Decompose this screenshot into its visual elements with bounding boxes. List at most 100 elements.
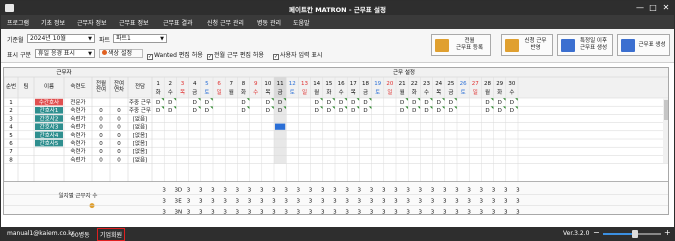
prev-month-edit-checkbox[interactable]: ✓ 전월 근무 편집 허용 [207,50,264,60]
schedule-cell: D [400,100,404,106]
schedule-cell: D [449,100,453,106]
worker-name: 간호사1 [40,106,59,114]
schedule-group-header: 근무 설정 [393,68,415,76]
summary-count: 3 [431,210,435,215]
summary-count: 3 [187,199,191,205]
menu-basic-info[interactable]: 기초 정보 [41,18,65,27]
cell-flag-marker [454,98,457,101]
summary-count: 3 [236,210,240,215]
generate-after-date-button[interactable]: 특정일 이후 근무표 생성 [557,34,613,56]
color-settings-label: 색상 설정 [108,50,132,57]
day-weekday: 일 [387,88,392,96]
vertical-scrollbar-thumb[interactable] [664,100,669,120]
summary-count: 3 [199,188,203,194]
user-input-label: 사용자 입력 표시 [280,52,323,59]
day-weekday: 수 [339,89,344,96]
part-select[interactable]: 파트1 ▼ [113,34,167,43]
prev-remaining: 0 [99,149,103,155]
minimize-button[interactable]: — [634,3,646,13]
summary-count: 3 [345,210,349,215]
duty-assignment: 주중 근무 [129,107,151,114]
apply-request-button[interactable]: 신청 근무 반영 [501,34,553,56]
summary-count: 3 [260,210,264,215]
schedule-grid[interactable]: 근무자 근무 설정 순번 팀 이름 숙련도 전월 잔여 잔여 연차 전담 1 화 2 수 3 목 4 금 5 토 6 일 7 월… [3,67,669,215]
cell-flag-marker [515,106,518,110]
row-number: 6 [9,141,13,147]
schedule-cell-selected-col [274,130,287,139]
summary-count: 3 [297,188,301,194]
maximize-button[interactable]: □ [647,3,659,13]
menu-schedule-info[interactable]: 근무표 정보 [119,18,149,27]
schedule-cell: D [266,108,270,114]
summary-count: 3 [394,210,398,215]
day-number: 26 [460,81,467,87]
base-month-select[interactable]: 2024년 10월 ▼ [27,34,95,43]
menu-help[interactable]: 도움말 [293,18,310,27]
summary-count: 3 [492,188,496,194]
summary-count: 3 [382,188,386,194]
selected-schedule-cell[interactable] [275,123,286,130]
summary-count: 3 [419,210,423,215]
summary-count: 3 [199,199,203,205]
summary-count: 3 [358,210,362,215]
palette-icon [102,50,107,55]
import-prev-month-button[interactable]: 전월 근무표 등록 [431,34,491,56]
worker-name: 간호사5 [40,139,59,147]
schedule-cell: D [205,108,209,114]
schedule-cell: D [510,100,514,106]
zoom-out-button[interactable]: − [593,228,600,237]
summary-count: 3 [321,199,325,205]
title-bar[interactable]: 페이트칸 MATRON - 근무표 설정 — □ ✕ [1,1,674,15]
summary-count: 3 [333,210,337,215]
version-label: Ver.3.2.0 [563,230,590,237]
worker-name: 수간호사 [39,98,59,106]
cell-flag-marker [441,98,445,101]
day-weekday: 수 [424,89,429,96]
day-number: 10 [264,81,271,87]
summary-count: 3 [297,199,301,205]
cell-flag-marker [429,98,433,101]
row-number: 2 [9,108,13,114]
schedule-cell: D [485,108,489,114]
day-number: 24 [435,81,442,87]
menu-ward-management[interactable]: 병동 관리 [257,18,281,27]
summary-count: 3 [284,210,288,215]
chevron-down-icon: ▼ [88,36,92,42]
menu-program[interactable]: 프로그램 [7,18,29,27]
cell-flag-marker [490,106,494,110]
schedule-grid-canvas[interactable]: 근무자 근무 설정순번 팀 이름 숙련도 전월잔여잔여연차 전담 1화2수3목4금5토6일7월… [4,68,669,215]
zoom-slider[interactable] [603,230,661,238]
part-label: 파트 [99,37,111,44]
schedule-cell: D [412,108,416,114]
cell-flag-marker [405,106,409,110]
color-settings-button[interactable]: 색상 설정 [99,49,143,58]
menu-worker-info[interactable]: 근무자 정보 [77,18,107,27]
zoom-slider-thumb[interactable] [631,230,638,238]
day-weekday: 월 [314,88,319,96]
generate-schedule-button[interactable]: 근무표 생성 [617,34,670,56]
zoom-in-button[interactable]: + [664,228,671,237]
license-badge: 기업회원 [97,228,126,241]
summary-count: 3 [345,188,349,194]
menu-schedule-result[interactable]: 근무표 결과 [163,18,193,27]
day-weekday: 수 [253,89,258,96]
cell-flag-marker [405,98,409,101]
row-number: 8 [9,157,13,163]
summary-code: N [178,210,182,215]
summary-count: 3 [370,210,374,215]
summary-count: 3 [272,199,276,205]
close-button[interactable]: ✕ [660,3,672,13]
schedule-cell: D [363,100,367,106]
summary-count: 3 [175,210,179,215]
day-weekday: 목 [436,89,441,96]
summary-count: 3 [467,210,471,215]
menu-request-management[interactable]: 신청 근무 관리 [207,18,244,27]
display-select[interactable]: 휴일 응경 표시 ▼ [35,49,95,58]
summary-count: 3 [516,210,520,215]
summary-count: 3 [284,188,288,194]
day-number: 29 [496,81,503,87]
wanted-edit-checkbox[interactable]: ✓ Wanted 편집 허용 [147,50,203,60]
user-input-checkbox[interactable]: ✓ 사용자 입력 표시 [273,50,323,60]
cell-flag-marker [515,98,518,101]
summary-count: 3 [199,210,203,215]
